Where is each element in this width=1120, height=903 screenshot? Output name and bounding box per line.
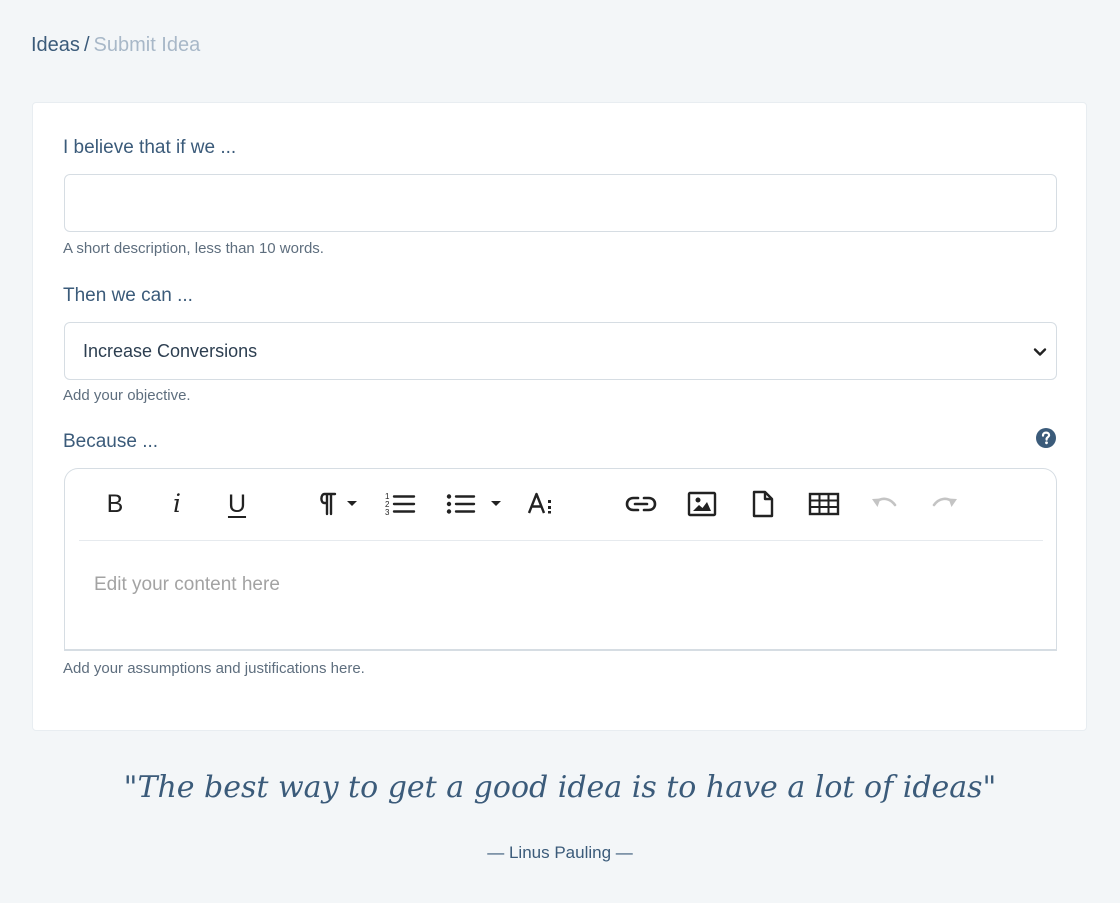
insert-link-button[interactable]: [624, 487, 658, 521]
insert-file-icon: [752, 490, 774, 518]
justification-label: Because ...: [63, 431, 159, 452]
insert-table-button[interactable]: [807, 487, 841, 521]
objective-select[interactable]: Increase Conversions: [64, 322, 1057, 380]
justification-help: Add your assumptions and justifications …: [63, 660, 365, 677]
objective-selected-value: Increase Conversions: [83, 341, 258, 361]
underline-icon: U: [227, 490, 247, 518]
paragraph-format-icon: [320, 492, 357, 516]
objective-label: Then we can ...: [63, 285, 193, 306]
breadcrumb-ideas-link[interactable]: Ideas: [31, 34, 80, 56]
breadcrumb: Ideas / Submit Idea: [31, 33, 200, 57]
chevron-down-icon: [1033, 348, 1047, 356]
objective-help: Add your objective.: [63, 387, 191, 404]
italic-icon: i: [173, 489, 181, 518]
unordered-list-button[interactable]: [444, 487, 508, 521]
idea-form-card: I believe that if we ... A short descrip…: [32, 102, 1087, 731]
ordered-list-button[interactable]: 1 2 3: [382, 487, 418, 521]
editor-content-area[interactable]: Edit your content here: [94, 573, 280, 597]
redo-icon: [932, 497, 957, 507]
hypothesis-input[interactable]: [64, 174, 1057, 232]
breadcrumb-current: Submit Idea: [93, 34, 201, 56]
svg-text:3: 3: [385, 508, 390, 517]
undo-button[interactable]: [868, 487, 900, 521]
font-size-icon: [527, 492, 551, 514]
hypothesis-label: I believe that if we ...: [63, 137, 237, 158]
underline-button[interactable]: U: [220, 487, 254, 521]
rich-text-editor: B i U 1 2 3 Edit your content here: [64, 468, 1057, 651]
italic-button[interactable]: i: [162, 487, 192, 521]
help-icon[interactable]: [1035, 427, 1057, 449]
paragraph-format-button[interactable]: [317, 487, 367, 521]
unordered-list-icon: [446, 494, 501, 514]
quote-author: — Linus Pauling —: [487, 843, 633, 862]
breadcrumb-separator: /: [83, 34, 90, 56]
ordered-list-icon: 1 2 3: [385, 492, 416, 517]
bold-button[interactable]: B: [100, 487, 130, 521]
redo-button[interactable]: [929, 487, 961, 521]
insert-image-icon: [687, 491, 717, 517]
insert-image-button[interactable]: [686, 487, 718, 521]
font-size-button[interactable]: [525, 487, 557, 521]
inspirational-quote: "The best way to get a good idea is to h…: [123, 770, 997, 805]
insert-link-icon: [625, 496, 657, 512]
bold-icon: B: [106, 490, 124, 518]
hypothesis-help: A short description, less than 10 words.: [63, 240, 324, 257]
insert-file-button[interactable]: [749, 487, 777, 521]
editor-toolbar: B i U 1 2 3: [79, 469, 1043, 541]
undo-icon: [872, 497, 897, 507]
insert-table-icon: [808, 492, 840, 516]
